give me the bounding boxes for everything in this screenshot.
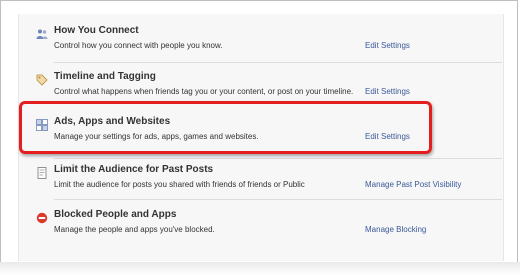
row-description: Control how you connect with people you … — [54, 41, 223, 50]
row-title: Timeline and Tagging — [54, 71, 156, 82]
row-title: Blocked People and Apps — [54, 209, 177, 220]
row-divider — [54, 199, 502, 200]
settings-row-blocked-people-apps: Blocked People and Apps Manage the peopl… — [18, 206, 502, 250]
people-icon — [36, 27, 48, 39]
bottom-shadow — [0, 262, 520, 275]
document-icon — [36, 166, 48, 179]
manage-blocking-link[interactable]: Manage Blocking — [365, 225, 426, 234]
manage-past-post-visibility-link[interactable]: Manage Past Post Visibility — [365, 180, 461, 189]
edit-settings-link[interactable]: Edit Settings — [365, 87, 410, 96]
highlight-box — [19, 101, 432, 154]
row-title: How You Connect — [54, 25, 139, 36]
row-description: Manage the people and apps you've blocke… — [54, 225, 215, 234]
row-divider — [54, 62, 502, 63]
row-description: Limit the audience for posts you shared … — [54, 180, 305, 189]
tag-icon — [36, 73, 48, 86]
settings-row-how-you-connect: How You Connect Control how you connect … — [18, 22, 502, 66]
block-icon — [36, 211, 48, 224]
row-title: Limit the Audience for Past Posts — [54, 164, 214, 175]
edit-settings-link[interactable]: Edit Settings — [365, 41, 410, 50]
row-divider — [54, 158, 502, 159]
row-description: Control what happens when friends tag yo… — [54, 87, 354, 96]
